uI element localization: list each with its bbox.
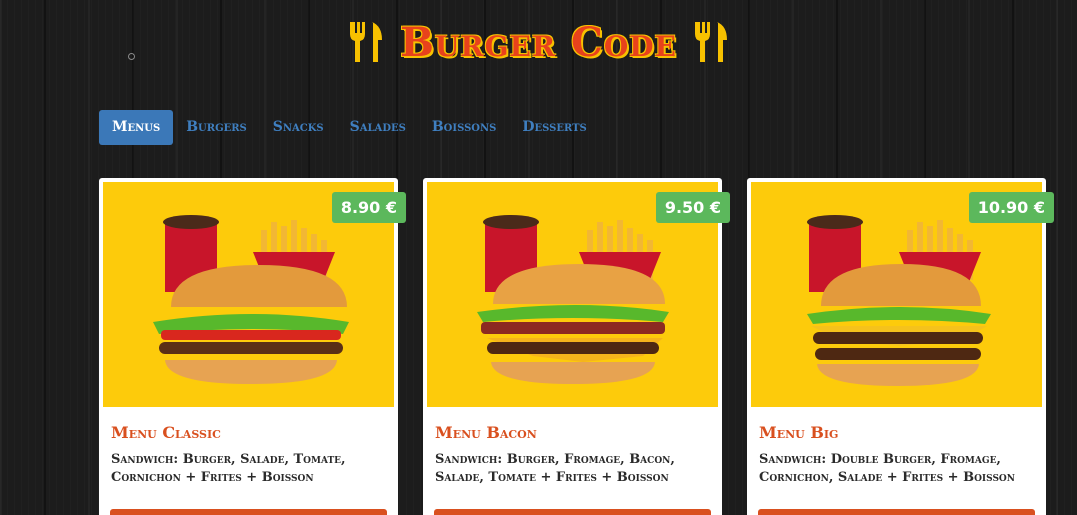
category-tabs: Menus Burgers Snacks Salades Boissons De… bbox=[99, 110, 600, 145]
tab-desserts[interactable]: Desserts bbox=[509, 110, 599, 145]
price-badge: 8.90 € bbox=[331, 192, 406, 223]
tab-snacks[interactable]: Snacks bbox=[260, 110, 337, 145]
product-description: Sandwich: Double Burger, Fromage, Cornic… bbox=[759, 452, 1016, 485]
product-description: Sandwich: Burger, Fromage, Bacon, Salade… bbox=[435, 452, 675, 485]
product-card: 8.90 € Menu Classic Sandwich: Burger, Sa… bbox=[99, 178, 406, 515]
order-button[interactable] bbox=[758, 509, 1035, 515]
order-button[interactable] bbox=[110, 509, 387, 515]
product-card: 9.50 € Menu Bacon Sandwich: Burger, From… bbox=[423, 178, 730, 515]
brand-title: Burger Code bbox=[400, 18, 677, 66]
tab-salades[interactable]: Salades bbox=[337, 110, 419, 145]
tab-burgers[interactable]: Burgers bbox=[173, 110, 260, 145]
cutlery-icon bbox=[694, 22, 727, 62]
product-title: Menu Classic bbox=[111, 423, 221, 442]
cutlery-icon bbox=[350, 22, 383, 62]
order-button[interactable] bbox=[434, 509, 711, 515]
product-title: Menu Big bbox=[759, 423, 839, 442]
product-grid: 8.90 € Menu Classic Sandwich: Burger, Sa… bbox=[99, 178, 1054, 515]
product-title: Menu Bacon bbox=[435, 423, 537, 442]
tab-boissons[interactable]: Boissons bbox=[419, 110, 510, 145]
site-header: Burger Code bbox=[0, 16, 1077, 68]
tab-menus[interactable]: Menus bbox=[99, 110, 174, 145]
product-card: 10.90 € Menu Big Sandwich: Double Burger… bbox=[747, 178, 1054, 515]
product-description: Sandwich: Burger, Salade, Tomate, Cornic… bbox=[111, 452, 346, 485]
price-badge: 9.50 € bbox=[655, 192, 730, 223]
price-badge: 10.90 € bbox=[968, 192, 1054, 223]
